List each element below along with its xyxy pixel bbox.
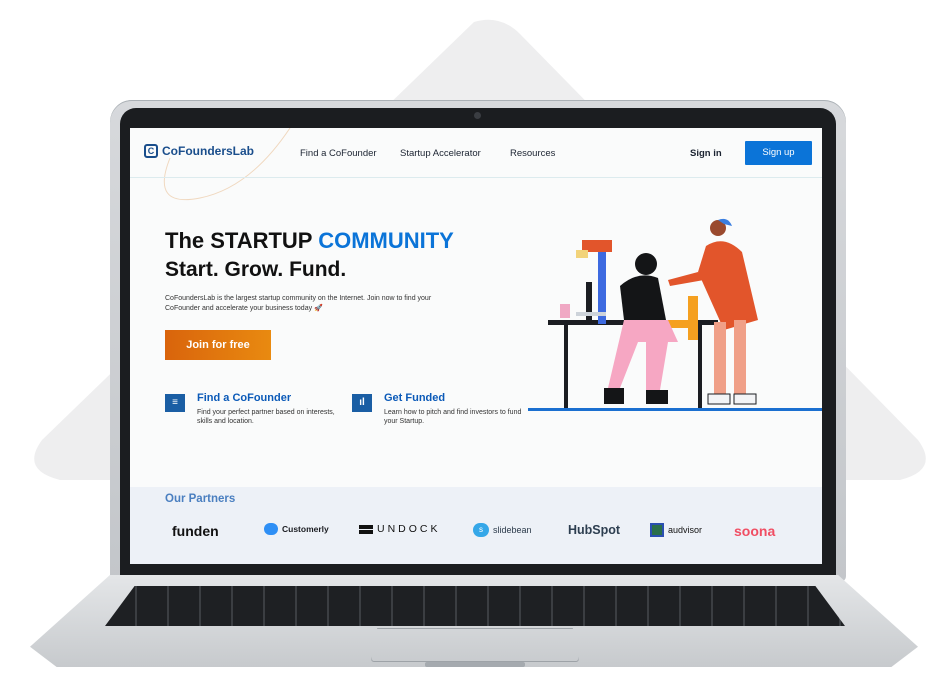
partners-title: Our Partners xyxy=(165,493,236,505)
feature-description: Find your perfect partner based on inter… xyxy=(197,409,335,425)
coworkers-illustration xyxy=(528,218,822,411)
partner-logo-undock[interactable]: UNDOCK xyxy=(359,523,441,535)
hero-title-plain: The STARTUP xyxy=(165,228,319,253)
top-navigation: C CoFoundersLab Find a CoFounder Startup… xyxy=(130,128,822,178)
logo-text: CoFoundersLab xyxy=(162,144,254,158)
partner-name: HubSpot xyxy=(568,523,621,537)
laptop-trackpad xyxy=(371,628,579,662)
partner-logo-soona[interactable]: soona xyxy=(734,523,775,539)
partner-name: audvisor xyxy=(668,525,703,535)
partner-name: UNDOCK xyxy=(377,523,441,535)
laptop-notch xyxy=(425,662,525,667)
hero-description: CoFoundersLab is the largest startup com… xyxy=(165,295,432,312)
nav-find-cofounder[interactable]: Find a CoFounder xyxy=(300,148,377,159)
partner-name: soona xyxy=(734,523,776,539)
partners-section: Our Partners funden Customerly UNDOCK s … xyxy=(130,487,822,564)
bar-chart-icon: ıl xyxy=(352,394,372,412)
partner-logo-funden[interactable]: funden xyxy=(172,523,219,539)
feature-title: Get Funded xyxy=(384,392,446,404)
site-logo[interactable]: C CoFoundersLab xyxy=(144,144,254,158)
join-for-free-button[interactable]: Join for free xyxy=(165,330,271,360)
slidebean-icon: s xyxy=(473,523,489,537)
partner-logo-customerly[interactable]: Customerly xyxy=(264,523,329,535)
nav-startup-accelerator[interactable]: Startup Accelerator xyxy=(400,148,481,159)
partner-logo-audvisor[interactable]: audvisor xyxy=(650,523,702,537)
webcam-icon xyxy=(474,112,481,119)
partner-name: Customerly xyxy=(282,524,329,534)
undock-bars-icon xyxy=(359,524,373,534)
logo-icon: C xyxy=(144,144,158,158)
hero-subtitle: Start. Grow. Fund. xyxy=(165,258,347,281)
search-list-icon: ≡ xyxy=(165,394,185,412)
partner-logo-hubspot[interactable]: HubSpot xyxy=(568,523,620,537)
hero-title-accent: COMMUNITY xyxy=(318,228,454,253)
partner-name: slidebean xyxy=(493,525,532,535)
audvisor-play-icon xyxy=(650,523,664,537)
sign-up-button[interactable]: Sign up xyxy=(745,141,812,165)
sign-in-link[interactable]: Sign in xyxy=(690,148,722,159)
nav-resources[interactable]: Resources xyxy=(510,148,555,159)
feature-title: Find a CoFounder xyxy=(197,392,292,404)
laptop-keyboard xyxy=(105,586,845,626)
chat-bubble-icon xyxy=(264,523,278,535)
partner-logo-slidebean[interactable]: s slidebean xyxy=(473,523,532,537)
partner-name: funden xyxy=(172,523,219,539)
hero-title: The STARTUP COMMUNITY xyxy=(165,228,454,254)
feature-description: Learn how to pitch and find investors to… xyxy=(384,409,522,425)
website-screen: C CoFoundersLab Find a CoFounder Startup… xyxy=(130,128,822,564)
